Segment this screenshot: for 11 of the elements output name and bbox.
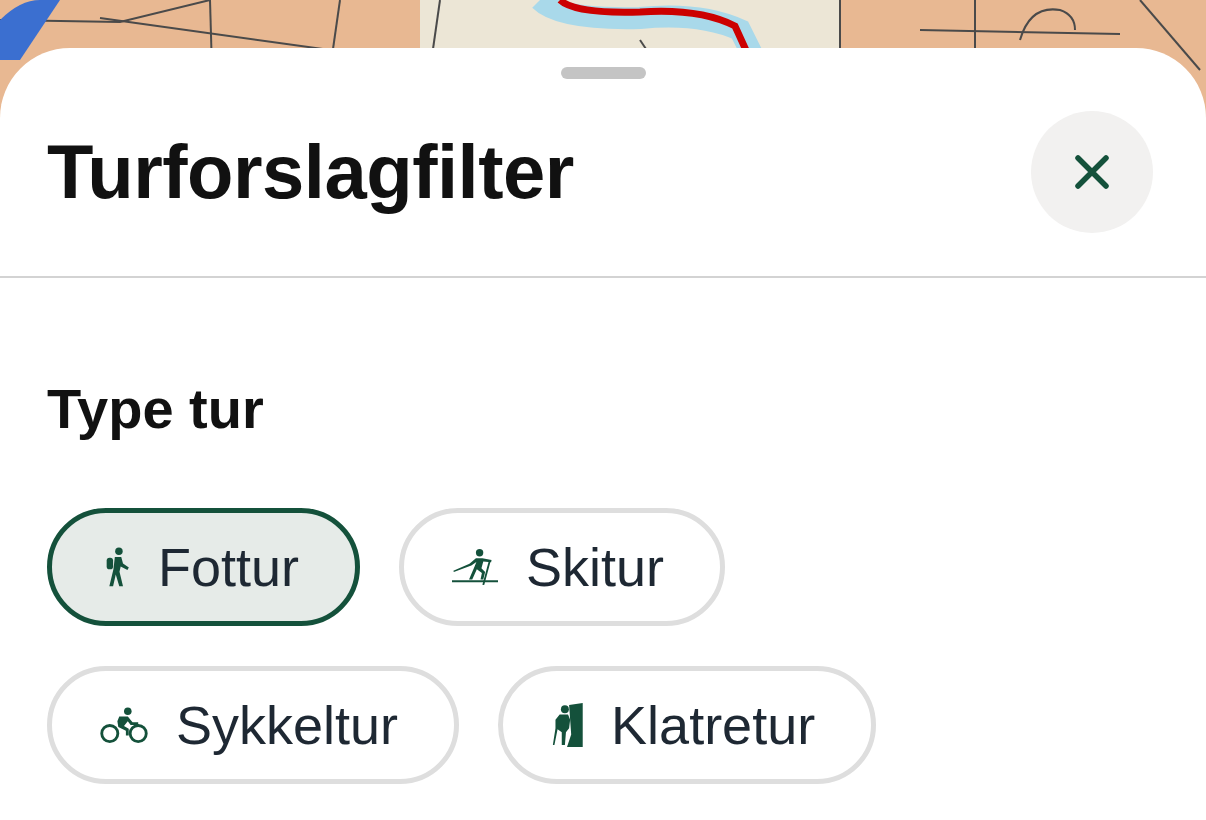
sheet-title: Turforslagfilter: [47, 130, 574, 214]
filter-chip[interactable]: Sykkeltur: [47, 665, 460, 784]
section-heading: Type tur: [47, 378, 265, 440]
filter-chip[interactable]: Skitur: [399, 507, 726, 626]
filter-chip[interactable]: Klatretur: [498, 665, 877, 784]
filter-chip[interactable]: Fottur: [47, 507, 361, 626]
climber-icon: [551, 702, 584, 747]
drag-handle[interactable]: [560, 67, 646, 79]
cyclist-icon: [100, 706, 148, 743]
close-icon: [1074, 154, 1110, 190]
skier-icon: [452, 548, 499, 586]
